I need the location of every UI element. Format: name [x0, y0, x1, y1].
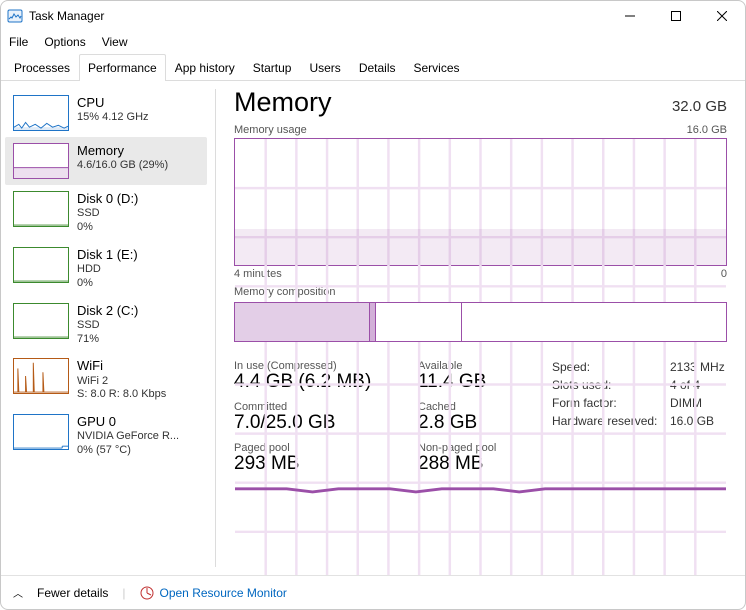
sidebar-item-sub1: 4.6/16.0 GB (29%)	[77, 159, 168, 173]
memory-usage-chart[interactable]	[234, 138, 727, 266]
sidebar-item-cpu[interactable]: CPU15% 4.12 GHz	[5, 89, 207, 137]
sidebar-item-sub1: 15% 4.12 GHz	[77, 111, 149, 125]
sidebar-item-label: WiFi	[77, 358, 166, 374]
sidebar-thumb-icon	[13, 414, 69, 450]
main-panel: Memory 32.0 GB Memory usage 16.0 GB 4 mi…	[216, 81, 745, 575]
sidebar-thumb-icon	[13, 95, 69, 131]
menu-options[interactable]: Options	[44, 35, 85, 49]
menubar: File Options View	[1, 31, 745, 53]
sidebar-item-sub1: WiFi 2	[77, 375, 166, 389]
open-resource-monitor-link[interactable]: Open Resource Monitor	[140, 586, 287, 600]
tab-details[interactable]: Details	[350, 54, 405, 81]
sidebar-item-sub2: 71%	[77, 333, 138, 347]
sidebar-item-label: Disk 2 (C:)	[77, 303, 138, 319]
sidebar-item-label: CPU	[77, 95, 149, 111]
tab-services[interactable]: Services	[405, 54, 469, 81]
tab-users[interactable]: Users	[300, 54, 349, 81]
chevron-up-icon[interactable]: ︿	[13, 585, 23, 600]
sidebar-item-disk-2-c-[interactable]: Disk 2 (C:)SSD71%	[5, 297, 207, 353]
sidebar-item-memory[interactable]: Memory4.6/16.0 GB (29%)	[5, 137, 207, 185]
sidebar-thumb-icon	[13, 303, 69, 339]
minimize-button[interactable]	[607, 1, 653, 31]
sidebar-item-gpu-0[interactable]: GPU 0NVIDIA GeForce R...0% (57 °C)	[5, 408, 207, 464]
sidebar-item-label: Memory	[77, 143, 168, 159]
sidebar[interactable]: CPU15% 4.12 GHzMemory4.6/16.0 GB (29%)Di…	[1, 81, 211, 575]
sidebar-item-wifi[interactable]: WiFiWiFi 2S: 8.0 R: 8.0 Kbps	[5, 352, 207, 408]
sidebar-item-sub1: HDD	[77, 263, 138, 277]
composition-segment-standby	[376, 303, 462, 341]
sidebar-item-sub2: 0% (57 °C)	[77, 444, 179, 458]
app-icon	[7, 8, 23, 24]
fewer-details-link[interactable]: Fewer details	[37, 586, 108, 600]
window-title: Task Manager	[29, 9, 104, 23]
titlebar[interactable]: Task Manager	[1, 1, 745, 31]
tabbar: Processes Performance App history Startu…	[1, 53, 745, 81]
sidebar-thumb-icon	[13, 143, 69, 179]
sidebar-item-disk-1-e-[interactable]: Disk 1 (E:)HDD0%	[5, 241, 207, 297]
sidebar-item-sub1: SSD	[77, 207, 138, 221]
usage-chart-max: 16.0 GB	[687, 124, 727, 136]
tab-processes[interactable]: Processes	[5, 54, 79, 81]
sidebar-thumb-icon	[13, 191, 69, 227]
sidebar-item-sub2: 0%	[77, 277, 138, 291]
close-button[interactable]	[699, 1, 745, 31]
sidebar-item-label: Disk 0 (D:)	[77, 191, 138, 207]
composition-segment-in-use	[235, 303, 370, 341]
tab-startup[interactable]: Startup	[244, 54, 301, 81]
resmon-icon	[140, 586, 154, 600]
memory-capacity: 32.0 GB	[672, 98, 727, 115]
resmon-label: Open Resource Monitor	[160, 586, 287, 600]
memory-composition-chart[interactable]	[234, 302, 727, 342]
sidebar-thumb-icon	[13, 247, 69, 283]
page-title: Memory	[234, 87, 332, 118]
sidebar-thumb-icon	[13, 358, 69, 394]
sidebar-item-label: Disk 1 (E:)	[77, 247, 138, 263]
usage-chart-label: Memory usage	[234, 124, 307, 136]
sidebar-item-label: GPU 0	[77, 414, 179, 430]
sidebar-item-sub1: SSD	[77, 319, 138, 333]
footer: ︿ Fewer details | Open Resource Monitor	[1, 575, 745, 609]
sidebar-item-sub1: NVIDIA GeForce R...	[77, 430, 179, 444]
menu-view[interactable]: View	[102, 35, 128, 49]
sidebar-item-sub2: S: 8.0 R: 8.0 Kbps	[77, 388, 166, 402]
composition-segment-free	[462, 303, 726, 341]
task-manager-window: Task Manager File Options View Processes…	[0, 0, 746, 610]
tab-performance[interactable]: Performance	[79, 54, 166, 81]
sidebar-item-disk-0-d-[interactable]: Disk 0 (D:)SSD0%	[5, 185, 207, 241]
tab-app-history[interactable]: App history	[166, 54, 244, 81]
sidebar-item-sub2: 0%	[77, 221, 138, 235]
menu-file[interactable]: File	[9, 35, 28, 49]
maximize-button[interactable]	[653, 1, 699, 31]
